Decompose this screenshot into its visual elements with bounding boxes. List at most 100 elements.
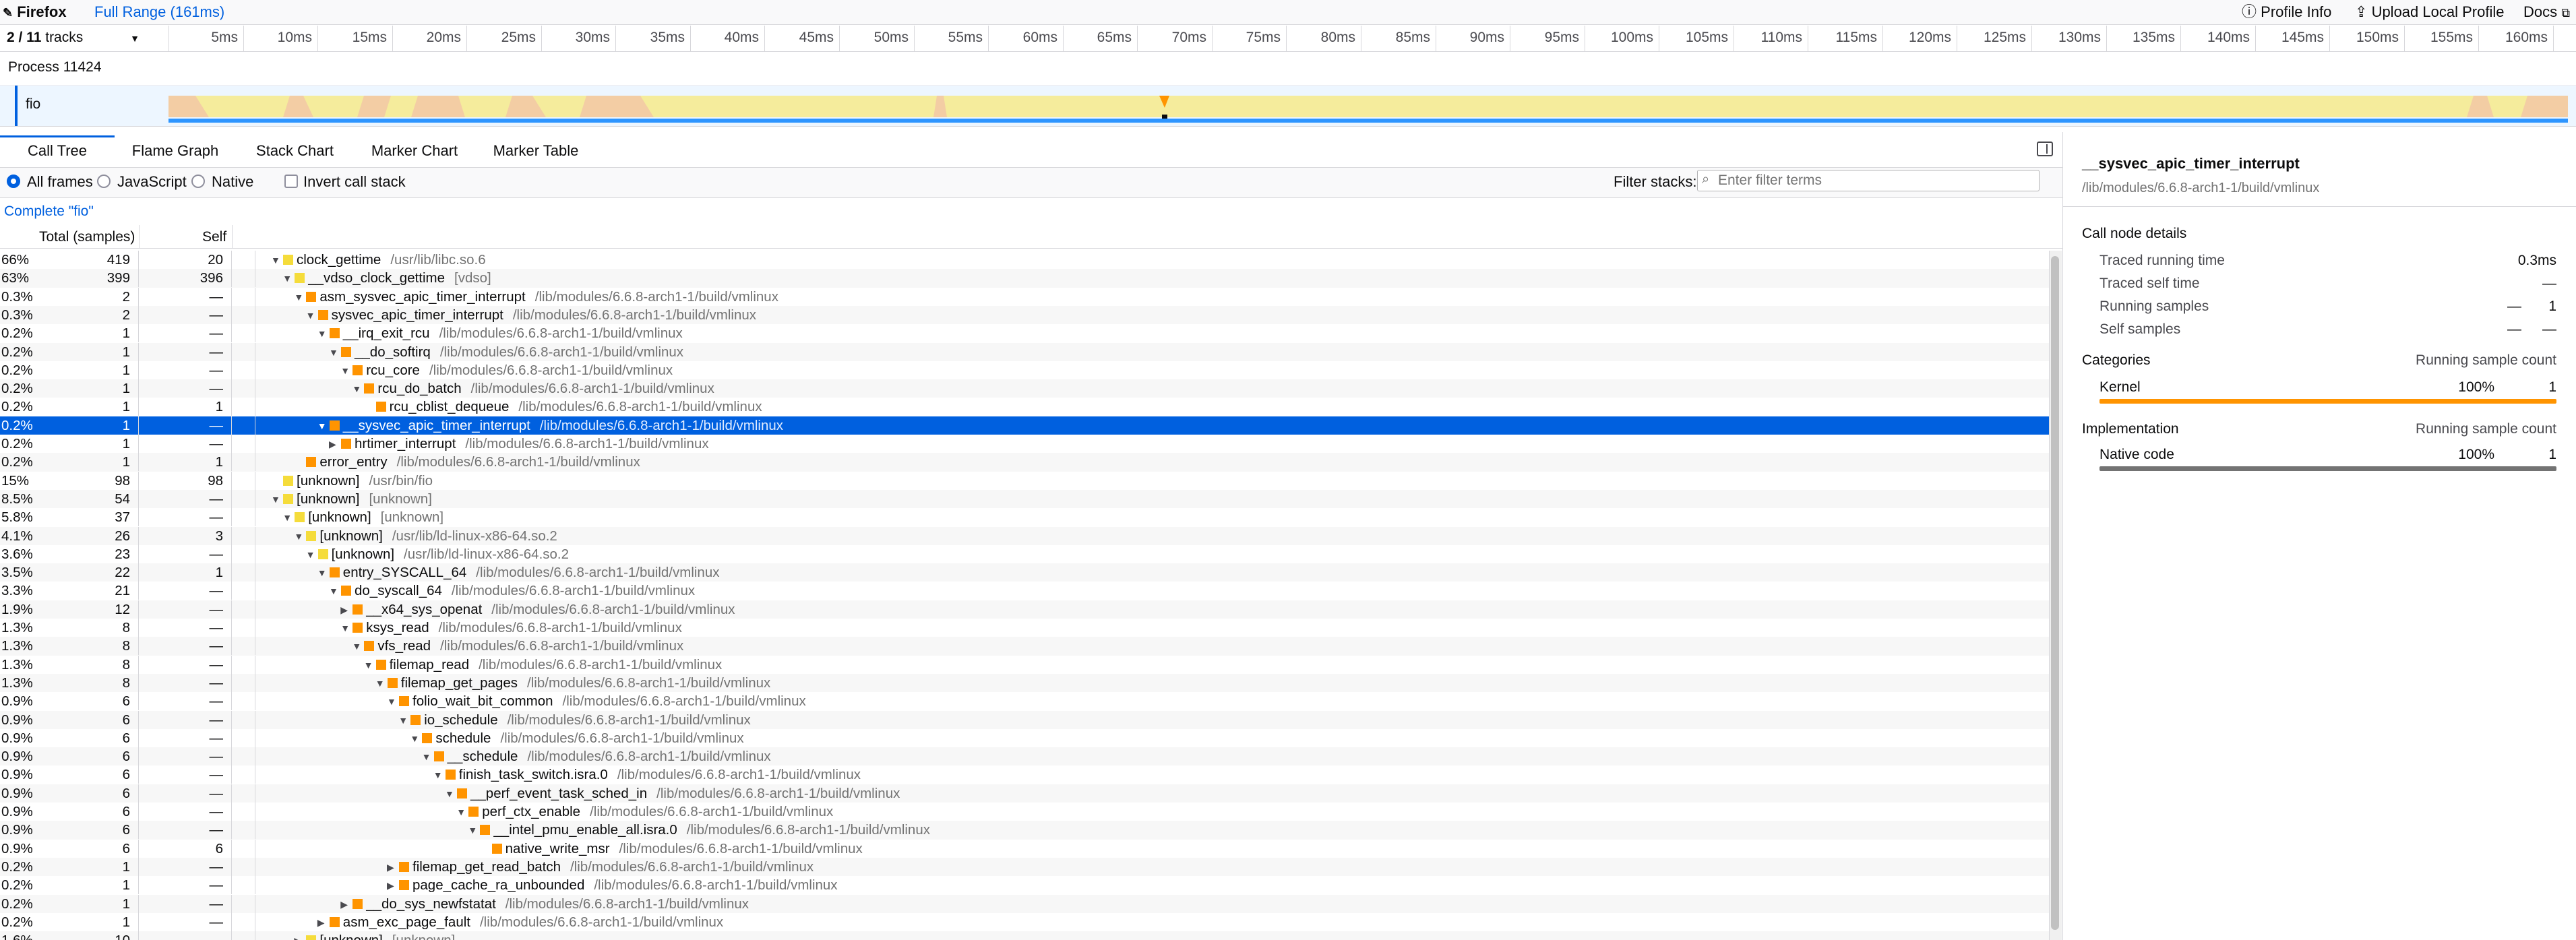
tree-row[interactable]: 0.9% 6 6 native_write_msr/lib/modules/6.6.8…	[0, 839, 2049, 858]
tree-row[interactable]: 1.3% 8— ▼ ksys_read/lib/modules/6.6.8-arch1…	[0, 619, 2049, 637]
collapse-twisty-icon[interactable]: ▼	[433, 770, 444, 780]
filter-text[interactable]	[1717, 172, 2036, 189]
tree-row[interactable]: 3.3% 21— ▼ do_syscall_64/lib/modules/6.6.8-…	[0, 582, 2049, 600]
tree-row[interactable]: 15% 98 98 [unknown] /usr/bin/fio	[0, 471, 2049, 490]
tree-row[interactable]: 0.9% 6— ▼ perf_ctx_enable/lib/modules/6.6.8…	[0, 803, 2049, 821]
collapse-twisty-icon[interactable]: ▼	[352, 383, 363, 394]
self-samples: —	[139, 765, 232, 784]
tree-row[interactable]: 0.2% 1 1 error_entry/lib/modules/6.6.8-arch…	[0, 453, 2049, 472]
tree-row[interactable]: 0.9% 6— ▼ finish_task_switch.isra.0/lib/mod…	[0, 765, 2049, 784]
tree-row[interactable]: 4.1% 26 3 ▼ [unknown] /usr/lib/ld-linux-x86-6…	[0, 526, 2049, 545]
collapse-twisty-icon[interactable]: ▼	[306, 310, 317, 321]
collapse-twisty-icon[interactable]: ▼	[352, 641, 363, 652]
tree-row[interactable]: 0.2% 1— ▶ page_cache_ra_unbounded/lib/modul…	[0, 876, 2049, 895]
tree-row[interactable]: 0.2% 1— ▼ rcu_core/lib/modules/6.6.8-arch1-…	[0, 361, 2049, 379]
collapse-twisty-icon[interactable]: ▼	[306, 549, 317, 560]
tracks-menu-button[interactable]: 2 / 11 tracks ▼	[7, 30, 140, 46]
thread-activity-graph[interactable]	[168, 89, 2568, 124]
expand-twisty-icon[interactable]: ▶	[387, 862, 398, 873]
javascript-radio[interactable]	[97, 175, 111, 188]
collapse-twisty-icon[interactable]: ▼	[456, 807, 467, 817]
expand-twisty-icon[interactable]: ▶	[340, 604, 351, 615]
tree-row[interactable]: 0.2% 1 1 rcu_cblist_dequeue/lib/modules/6.6…	[0, 398, 2049, 416]
tree-row[interactable]: 0.3% 2— ▼ sysvec_apic_timer_interrupt/lib/m…	[0, 305, 2049, 325]
time-tick-label: 60ms	[1022, 30, 1057, 45]
collapse-twisty-icon[interactable]: ▼	[375, 678, 386, 689]
tree-row[interactable]: 1.3% 8— ▼ vfs_read/lib/modules/6.6.8-arch1-…	[0, 637, 2049, 656]
tab-marker-chart[interactable]: Marker Chart	[367, 137, 462, 164]
sidebar-toggle-icon[interactable]	[2037, 142, 2053, 156]
tree-row[interactable]: 3.5% 22 1 ▼ entry_SYSCALL_64/lib/modules/6.6…	[0, 563, 2049, 582]
collapse-twisty-icon[interactable]: ▼	[422, 751, 433, 762]
self-samples: 6	[139, 839, 232, 858]
tree-row[interactable]: 0.9% 6— ▼ __intel_pmu_enable_all.isra.0/lib…	[0, 821, 2049, 840]
collapse-twisty-icon[interactable]: ▼	[317, 567, 328, 578]
collapse-twisty-icon[interactable]: ▼	[468, 825, 479, 836]
tree-row[interactable]: 66% 419 20 ▼ clock_gettime/usr/lib/libc.so.6	[0, 251, 2049, 269]
tree-scrollbar-thumb[interactable]	[2051, 256, 2059, 930]
expand-twisty-icon[interactable]: ▶	[340, 899, 351, 910]
collapse-twisty-icon[interactable]: ▼	[387, 696, 398, 707]
collapse-twisty-icon[interactable]: ▼	[294, 292, 305, 303]
collapse-twisty-icon[interactable]: ▼	[398, 715, 409, 726]
docs-link[interactable]: Docs ⧉	[2523, 3, 2570, 22]
collapse-twisty-icon[interactable]: ▼	[282, 512, 293, 523]
filter-stacks-input[interactable]: ⌕	[1697, 170, 2040, 191]
process-track[interactable]: Process 11424	[0, 51, 2576, 86]
collapse-twisty-icon[interactable]: ▼	[340, 623, 351, 633]
collapse-twisty-icon[interactable]: ▼	[294, 531, 305, 542]
tree-row[interactable]: 63% 399 396 ▼ __vdso_clock_gettime [vdso]	[0, 269, 2049, 288]
invert-call-stack-checkbox[interactable]	[284, 175, 298, 188]
tree-row[interactable]: 0.9% 6— ▼ io_schedule/lib/modules/6.6.8-arc…	[0, 710, 2049, 729]
tree-row[interactable]: 0.2% 1— ▶ __do_sys_newfstatat/lib/modules/6…	[0, 894, 2049, 913]
tree-row[interactable]: 0.2% 1— ▼ __irq_exit_rcu/lib/modules/6.6.8-…	[0, 324, 2049, 343]
native-radio[interactable]	[191, 175, 205, 188]
tree-row[interactable]: 1.3% 8— ▼ filemap_get_pages/lib/modules/6.6…	[0, 673, 2049, 693]
firefox-menu-button[interactable]: ✎ Firefox	[3, 3, 67, 22]
tab-flame-graph[interactable]: Flame Graph	[128, 137, 222, 164]
collapse-twisty-icon[interactable]: ▼	[329, 586, 340, 596]
breadcrumb-complete-fio[interactable]: Complete "fio"	[4, 203, 94, 220]
tree-row[interactable]: 0.2% 1— ▶ filemap_get_read_batch/lib/module…	[0, 857, 2049, 877]
expand-twisty-icon[interactable]: ▶	[294, 935, 305, 940]
collapse-twisty-icon[interactable]: ▼	[445, 788, 456, 799]
tab-stack-chart[interactable]: Stack Chart	[249, 137, 340, 164]
collapse-twisty-icon[interactable]: ▼	[329, 347, 340, 358]
collapse-twisty-icon[interactable]: ▼	[317, 420, 328, 431]
tree-row-selected[interactable]: 0.2% 1— ▼ __sysvec_apic_timer_interrupt/lib…	[0, 416, 2049, 435]
tree-row[interactable]: 5.8% 37— ▼ [unknown] [unknown]	[0, 508, 2049, 527]
tree-row[interactable]: 1.6%10— ▶ [unknown] [unknown]	[0, 931, 2049, 940]
tree-row[interactable]: 0.2% 1— ▶ asm_exc_page_fault/lib/modules/6.…	[0, 912, 2049, 931]
tree-row[interactable]: 0.3% 2— ▼ asm_sysvec_apic_timer_interrupt/l…	[0, 287, 2049, 306]
tab-call-tree[interactable]: Call Tree	[0, 135, 115, 164]
collapse-twisty-icon[interactable]: ▼	[271, 255, 282, 265]
tree-row[interactable]: 0.9% 6— ▼ schedule/lib/modules/6.6.8-arch1-…	[0, 728, 2049, 747]
function-name: native_write_msr	[505, 840, 610, 856]
collapse-twisty-icon[interactable]: ▼	[317, 328, 328, 339]
tree-row[interactable]: 1.9% 12— ▶ __x64_sys_openat/lib/modules/6.6…	[0, 600, 2049, 619]
pencil-icon: ✎	[3, 6, 13, 20]
collapse-twisty-icon[interactable]: ▼	[410, 733, 421, 744]
expand-twisty-icon[interactable]: ▶	[329, 439, 340, 449]
collapse-twisty-icon[interactable]: ▼	[340, 365, 351, 376]
collapse-twisty-icon[interactable]: ▼	[271, 494, 282, 505]
tree-row[interactable]: 0.2% 1— ▼ __do_softirq/lib/modules/6.6.8-ar…	[0, 342, 2049, 361]
tree-row[interactable]: 3.6% 23— ▼ [unknown] /usr/lib/ld-linux-x86-6…	[0, 544, 2049, 563]
expand-twisty-icon[interactable]: ▶	[317, 917, 328, 928]
tree-row[interactable]: 0.9% 6— ▼ __perf_event_task_sched_in/lib/mo…	[0, 784, 2049, 803]
tab-marker-table[interactable]: Marker Table	[485, 137, 586, 164]
collapse-twisty-icon[interactable]: ▼	[282, 273, 293, 284]
upload-profile-button[interactable]: ⇪ Upload Local Profile	[2355, 3, 2504, 22]
range-breadcrumb[interactable]: Full Range (161ms)	[94, 3, 224, 22]
all-frames-radio[interactable]	[7, 175, 20, 188]
tree-row[interactable]: 0.9% 6— ▼ __schedule/lib/modules/6.6.8-arch…	[0, 747, 2049, 766]
collapse-twisty-icon[interactable]: ▼	[364, 660, 375, 670]
category-square-icon	[480, 825, 491, 836]
tree-row[interactable]: 1.3% 8— ▼ filemap_read/lib/modules/6.6.8-ar…	[0, 655, 2049, 674]
tree-row[interactable]: 8.5% 54— ▼ [unknown] [unknown]	[0, 489, 2049, 509]
expand-twisty-icon[interactable]: ▶	[387, 880, 398, 891]
tree-row[interactable]: 0.2% 1— ▼ rcu_do_batch/lib/modules/6.6.8-ar…	[0, 379, 2049, 398]
tree-row[interactable]: 0.9% 6— ▼ folio_wait_bit_common/lib/modules…	[0, 692, 2049, 711]
tree-row[interactable]: 0.2% 1— ▶ hrtimer_interrupt/lib/modules/6.6…	[0, 435, 2049, 453]
profile-info-button[interactable]: ⓘ Profile Info	[2242, 3, 2331, 22]
